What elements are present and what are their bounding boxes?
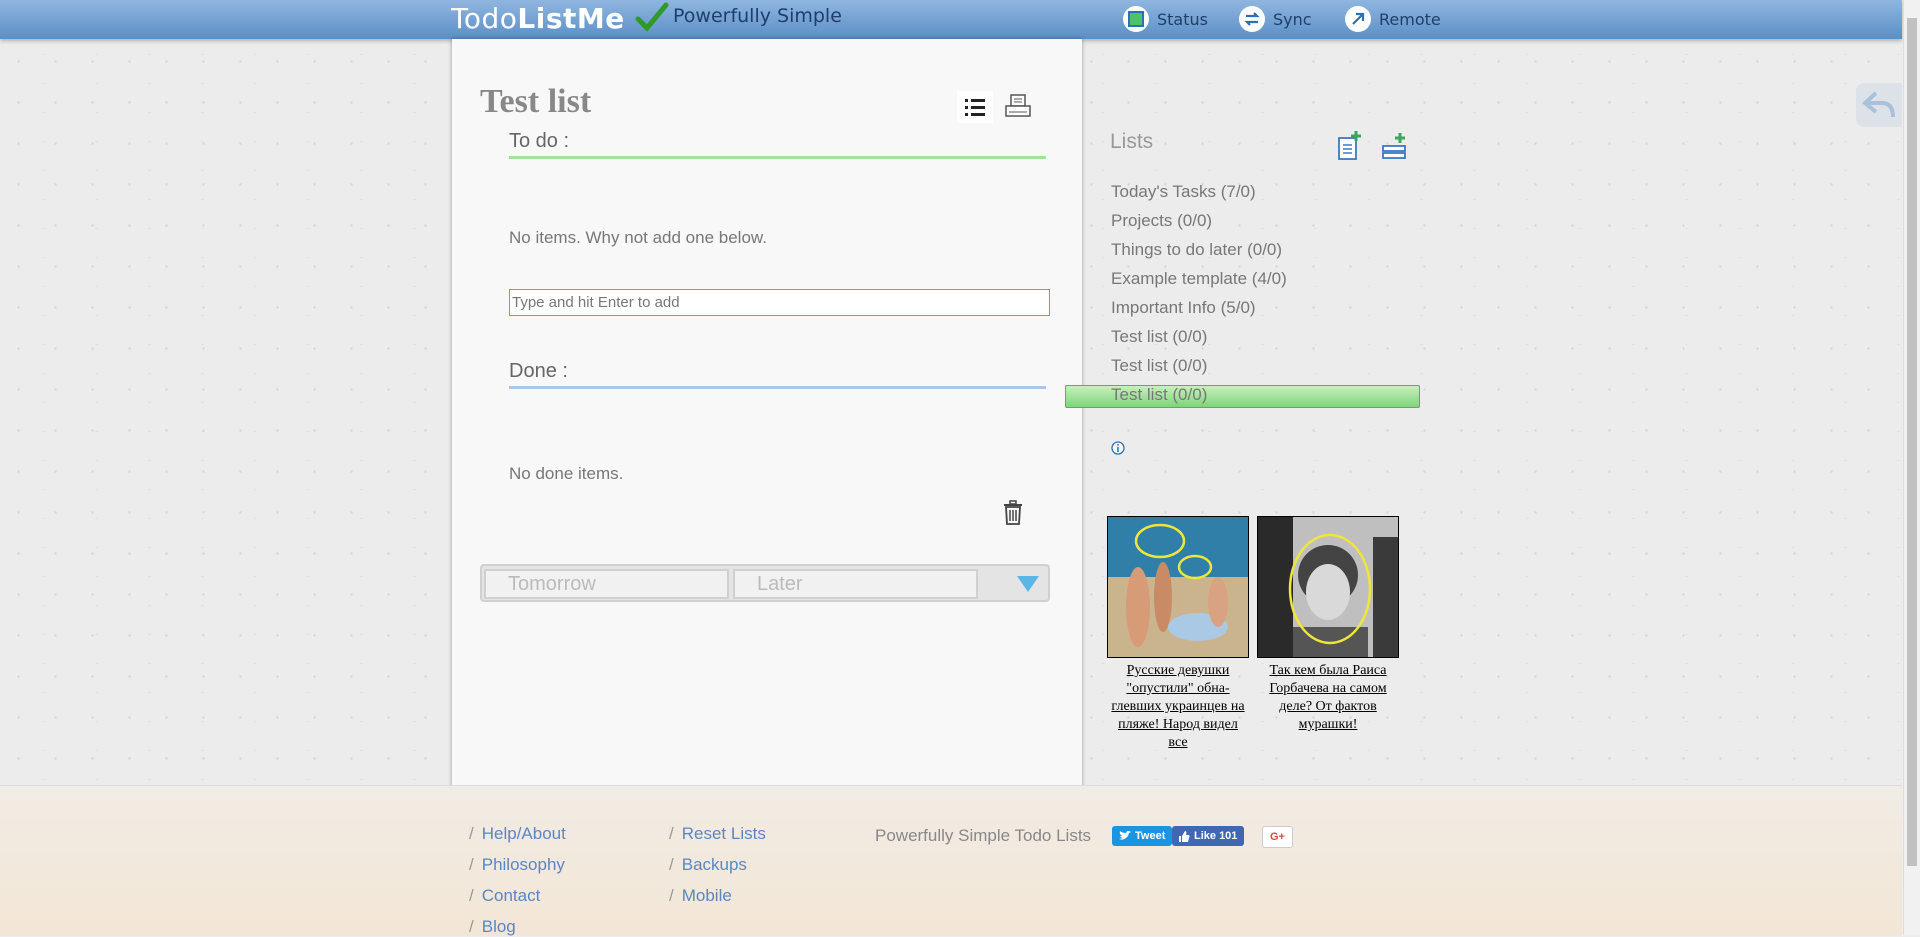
printer-icon [1005, 94, 1031, 117]
list-item[interactable]: Test list (0/0) [1111, 356, 1207, 376]
nav-remote-label: Remote [1379, 9, 1441, 29]
add-item-list-icon[interactable] [1381, 130, 1409, 162]
add-item-input[interactable] [509, 289, 1050, 316]
tweet-button[interactable]: Tweet [1112, 826, 1173, 846]
ad-tile[interactable]: Так кем была Раиса Горбачева на самом де… [1257, 516, 1399, 734]
nav-sync-label: Sync [1273, 9, 1312, 29]
todo-divider [509, 156, 1046, 159]
footer-link-philosophy[interactable]: / Philosophy [469, 855, 565, 875]
schedule-bar: Tomorrow Later [480, 564, 1050, 602]
footer-link-backups[interactable]: / Backups [669, 855, 747, 875]
footer-link-reset-lists[interactable]: / Reset Lists [669, 824, 766, 844]
ad-tile[interactable]: Русские девушки "опустили" обна-глевших … [1107, 516, 1249, 752]
done-heading: Done : [509, 360, 568, 382]
list-item[interactable]: Today's Tasks (7/0) [1111, 182, 1256, 202]
add-list-icon[interactable] [1336, 130, 1364, 162]
list-item[interactable]: Example template (4/0) [1111, 269, 1287, 289]
footer: / Help/About / Philosophy / Contact / Blog /… [0, 785, 1902, 936]
scrollbar-thumb[interactable] [1907, 18, 1917, 866]
ad-caption[interactable]: Русские девушки "опустили" обна-глевших … [1107, 662, 1249, 752]
tagline: Powerfully Simple [673, 5, 842, 27]
list-panel: Test list To do : No items. Why not add … [452, 39, 1082, 801]
back-button[interactable] [1856, 83, 1902, 127]
scrollbar[interactable] [1903, 0, 1920, 935]
remote-icon [1345, 6, 1371, 32]
print-button[interactable] [1000, 91, 1036, 123]
status-icon [1123, 6, 1149, 32]
list-item[interactable]: Things to do later (0/0) [1111, 240, 1282, 260]
footer-link-contact[interactable]: / Contact [469, 886, 540, 906]
list-item-active[interactable]: Test list (0/0) [1111, 385, 1207, 405]
list-icon [965, 99, 985, 116]
logo-text: TodoListMe [451, 1, 625, 35]
nav-sync[interactable]: Sync [1239, 6, 1312, 32]
list-item[interactable]: Test list (0/0) [1111, 327, 1207, 347]
done-divider [509, 386, 1046, 389]
footer-link-blog[interactable]: / Blog [469, 917, 516, 937]
done-empty-message: No done items. [509, 464, 624, 483]
google-plus-button[interactable]: G+ [1262, 826, 1293, 848]
list-title[interactable]: Test list [480, 83, 591, 121]
nav-status[interactable]: Status [1123, 6, 1208, 32]
later-button[interactable]: Later [733, 569, 978, 599]
list-view-button[interactable] [957, 91, 993, 123]
logo[interactable]: TodoListMe [451, 0, 669, 36]
dropdown-arrow-icon[interactable] [1014, 572, 1042, 596]
ad-caption[interactable]: Так кем была Раиса Горбачева на самом де… [1257, 662, 1399, 734]
nav-remote[interactable]: Remote [1345, 6, 1441, 32]
list-item[interactable]: Projects (0/0) [1111, 211, 1212, 231]
info-icon[interactable] [1111, 441, 1125, 455]
trash-icon[interactable] [1002, 500, 1024, 526]
tomorrow-button[interactable]: Tomorrow [484, 569, 729, 599]
nav-status-label: Status [1157, 9, 1208, 29]
twitter-icon [1119, 831, 1131, 840]
todo-empty-message: No items. Why not add one below. [509, 228, 767, 247]
checkmark-icon [635, 2, 669, 32]
thumbs-up-icon [1179, 830, 1190, 842]
facebook-like-button[interactable]: Like 101 [1172, 826, 1245, 846]
footer-link-mobile[interactable]: / Mobile [669, 886, 732, 906]
ad-image-portrait[interactable] [1257, 516, 1399, 658]
footer-tagline: Powerfully Simple Todo Lists [875, 826, 1092, 845]
todo-heading: To do : [509, 130, 570, 152]
list-item[interactable]: Important Info (5/0) [1111, 298, 1256, 318]
top-bar: TodoListMe Powerfully Simple Status Sync… [0, 0, 1902, 39]
undo-icon [1862, 91, 1895, 118]
footer-link-help[interactable]: / Help/About [469, 824, 566, 844]
lists-heading: Lists [1110, 130, 1154, 153]
sync-icon [1239, 6, 1265, 32]
ad-image-beach[interactable] [1107, 516, 1249, 658]
